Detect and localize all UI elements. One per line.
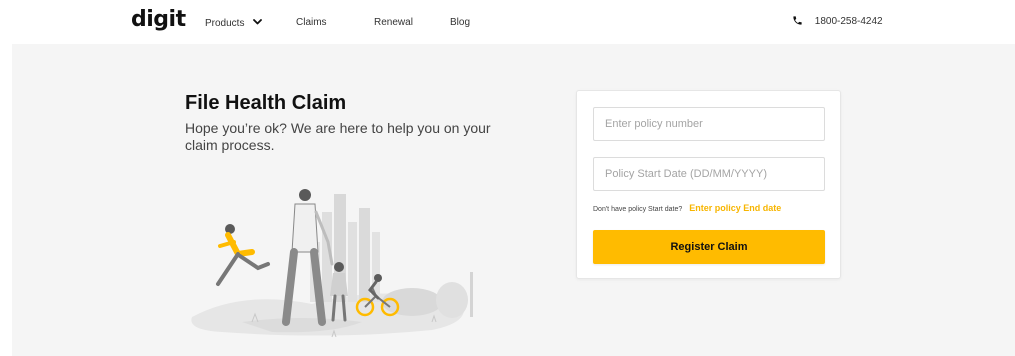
chevron-down-icon [253,18,263,28]
page-title: File Health Claim [185,92,347,114]
claim-section: File Health Claim Hope you’re ok? We are… [12,44,1015,356]
nav-renewal[interactable]: Renewal [374,18,413,28]
register-claim-button[interactable]: Register Claim [593,230,825,264]
phone-icon [792,16,815,27]
nav-claims[interactable]: Claims [296,18,327,28]
policy-number-input[interactable] [593,107,825,141]
phone-number: 1800-258-4242 [814,16,883,27]
top-header: digit Products Claims Renewal Blog 1800-… [0,0,1015,44]
enter-end-date-link[interactable]: Enter policy End date [689,203,781,213]
family-walking-illustration [182,172,482,356]
policy-start-date-input[interactable] [593,157,825,191]
claim-form-card: Don't have policy Start date? Enter poli… [576,90,841,279]
page-subtitle: Hope you’re ok? We are here to help you … [185,120,491,153]
hint-text: Don't have policy Start date? [593,206,683,213]
nav-products-label: Products [205,18,245,29]
start-date-hint: Don't have policy Start date? Enter poli… [593,203,781,215]
phone-contact[interactable]: 1800-258-4242 [792,15,883,29]
nav-blog[interactable]: Blog [450,18,470,28]
nav-products[interactable]: Products [205,18,263,29]
digit-logo[interactable]: digit [131,9,186,31]
